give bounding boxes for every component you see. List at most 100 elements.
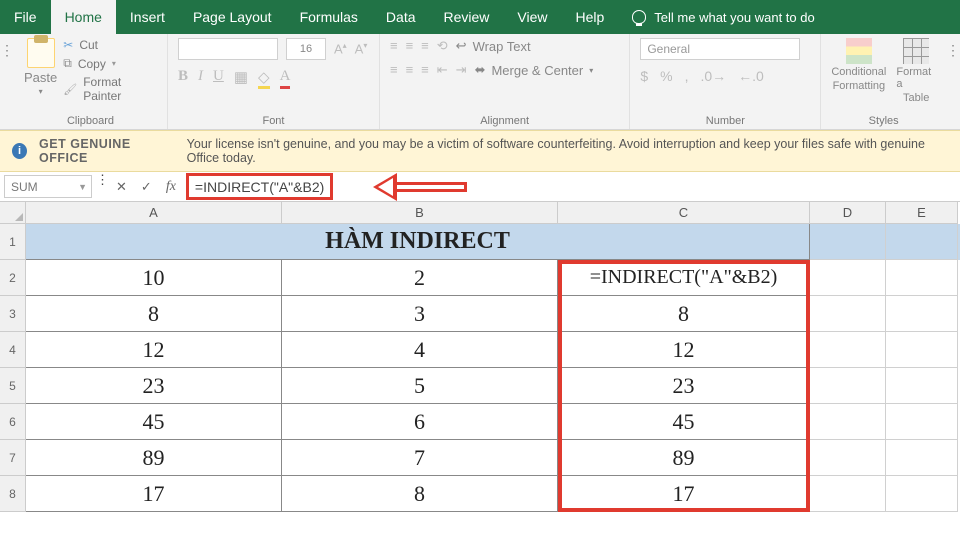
cell-d1[interactable] [810, 224, 886, 260]
cell-e6[interactable] [886, 404, 958, 440]
col-header-a[interactable]: A [26, 202, 282, 224]
italic-button[interactable]: I [198, 68, 203, 87]
row-header-2[interactable]: 2 [0, 260, 26, 296]
conditional-formatting-button[interactable]: Conditional Formatting [831, 38, 886, 92]
bold-button[interactable]: B [178, 68, 188, 87]
font-color-button[interactable]: A [280, 68, 291, 87]
cell-a7[interactable]: 89 [26, 440, 282, 476]
orientation-button[interactable]: ⟲ [437, 38, 448, 54]
row-header-7[interactable]: 7 [0, 440, 26, 476]
merge-center-button[interactable]: ⬌Merge & Center▾ [475, 62, 594, 78]
tab-help[interactable]: Help [562, 0, 619, 34]
tab-review[interactable]: Review [430, 0, 504, 34]
align-middle-button[interactable]: ≡ [406, 38, 414, 54]
cell-a8[interactable]: 17 [26, 476, 282, 512]
cell-d4[interactable] [810, 332, 886, 368]
increase-font-icon[interactable]: A▴ [334, 41, 347, 56]
increase-decimal-button[interactable]: .0→ [700, 68, 726, 84]
borders-button[interactable]: ▦ [234, 68, 248, 87]
cell-d8[interactable] [810, 476, 886, 512]
row-header-8[interactable]: 8 [0, 476, 26, 512]
cell-a4[interactable]: 12 [26, 332, 282, 368]
cell-b8[interactable]: 8 [282, 476, 558, 512]
cell-c3[interactable]: 8 [558, 296, 810, 332]
copy-button[interactable]: Copy▾ [63, 56, 157, 71]
cell-e5[interactable] [886, 368, 958, 404]
tab-page-layout[interactable]: Page Layout [179, 0, 286, 34]
col-header-c[interactable]: C [558, 202, 810, 224]
fill-color-button[interactable]: ◇ [258, 68, 270, 87]
cell-d5[interactable] [810, 368, 886, 404]
tab-formulas[interactable]: Formulas [286, 0, 372, 34]
cut-button[interactable]: Cut [63, 38, 157, 52]
cell-d3[interactable] [810, 296, 886, 332]
select-all-corner[interactable] [0, 202, 26, 224]
wrap-text-button[interactable]: ↩Wrap Text [456, 38, 531, 54]
cell-a5[interactable]: 23 [26, 368, 282, 404]
underline-button[interactable]: U [213, 68, 224, 87]
name-box[interactable]: SUM ▼ [4, 175, 92, 198]
cell-c7[interactable]: 89 [558, 440, 810, 476]
cell-b5[interactable]: 5 [282, 368, 558, 404]
enter-formula-button[interactable]: ✓ [141, 179, 152, 195]
cell-b6[interactable]: 6 [282, 404, 558, 440]
cell-c6[interactable]: 45 [558, 404, 810, 440]
cell-a6[interactable]: 45 [26, 404, 282, 440]
format-table-button[interactable]: Format a Table [896, 38, 936, 104]
font-size-select[interactable]: 16 [286, 38, 326, 60]
formula-input[interactable]: =INDIRECT("A"&B2) [186, 173, 333, 200]
cancel-formula-button[interactable]: ✕ [116, 179, 127, 195]
col-header-b[interactable]: B [282, 202, 558, 224]
col-header-d[interactable]: D [810, 202, 886, 224]
row-header-4[interactable]: 4 [0, 332, 26, 368]
row-header-5[interactable]: 5 [0, 368, 26, 404]
cell-d6[interactable] [810, 404, 886, 440]
decrease-decimal-button[interactable]: ←.0 [738, 68, 764, 84]
accounting-button[interactable]: $ [640, 68, 648, 84]
align-bottom-button[interactable]: ≡ [421, 38, 429, 54]
row-header-3[interactable]: 3 [0, 296, 26, 332]
cell-d2[interactable] [810, 260, 886, 296]
row-header-1[interactable]: 1 [0, 224, 26, 260]
align-left-button[interactable]: ≡ [390, 62, 398, 78]
tab-view[interactable]: View [503, 0, 561, 34]
tab-data[interactable]: Data [372, 0, 430, 34]
align-right-button[interactable]: ≡ [421, 62, 429, 78]
font-family-select[interactable] [178, 38, 278, 60]
decrease-indent-button[interactable]: ⇤ [437, 62, 448, 78]
comma-button[interactable]: , [685, 68, 689, 84]
tab-file[interactable]: File [0, 0, 51, 34]
row-header-6[interactable]: 6 [0, 404, 26, 440]
ribbon-overflow-right[interactable]: ⋮ [946, 34, 960, 59]
col-header-e[interactable]: E [886, 202, 958, 224]
paste-button[interactable]: Paste ▾ [24, 38, 57, 96]
cell-c2[interactable]: =INDIRECT("A"&B2) [558, 260, 810, 296]
tab-insert[interactable]: Insert [116, 0, 179, 34]
percent-button[interactable]: % [660, 68, 672, 84]
cell-b4[interactable]: 4 [282, 332, 558, 368]
cell-e1[interactable] [886, 224, 958, 260]
align-top-button[interactable]: ≡ [390, 38, 398, 54]
format-painter-button[interactable]: Format Painter [63, 75, 157, 103]
cell-c8[interactable]: 17 [558, 476, 810, 512]
cell-e8[interactable] [886, 476, 958, 512]
fx-button[interactable]: fx [166, 179, 176, 195]
tab-home[interactable]: Home [51, 0, 116, 34]
cell-b7[interactable]: 7 [282, 440, 558, 476]
cell-c5[interactable]: 23 [558, 368, 810, 404]
cell-b2[interactable]: 2 [282, 260, 558, 296]
cell-e2[interactable] [886, 260, 958, 296]
cell-d7[interactable] [810, 440, 886, 476]
cell-e3[interactable] [886, 296, 958, 332]
align-center-button[interactable]: ≡ [406, 62, 414, 78]
number-format-select[interactable]: General [640, 38, 800, 60]
cell-e7[interactable] [886, 440, 958, 476]
ribbon-overflow-left[interactable]: ⋮ [0, 34, 14, 59]
cell-b3[interactable]: 3 [282, 296, 558, 332]
decrease-font-icon[interactable]: A▾ [355, 41, 368, 56]
cell-title[interactable]: HÀM INDIRECT [26, 224, 810, 260]
cell-a3[interactable]: 8 [26, 296, 282, 332]
cell-a2[interactable]: 10 [26, 260, 282, 296]
tell-me[interactable]: Tell me what you want to do [618, 0, 828, 34]
cell-c4[interactable]: 12 [558, 332, 810, 368]
